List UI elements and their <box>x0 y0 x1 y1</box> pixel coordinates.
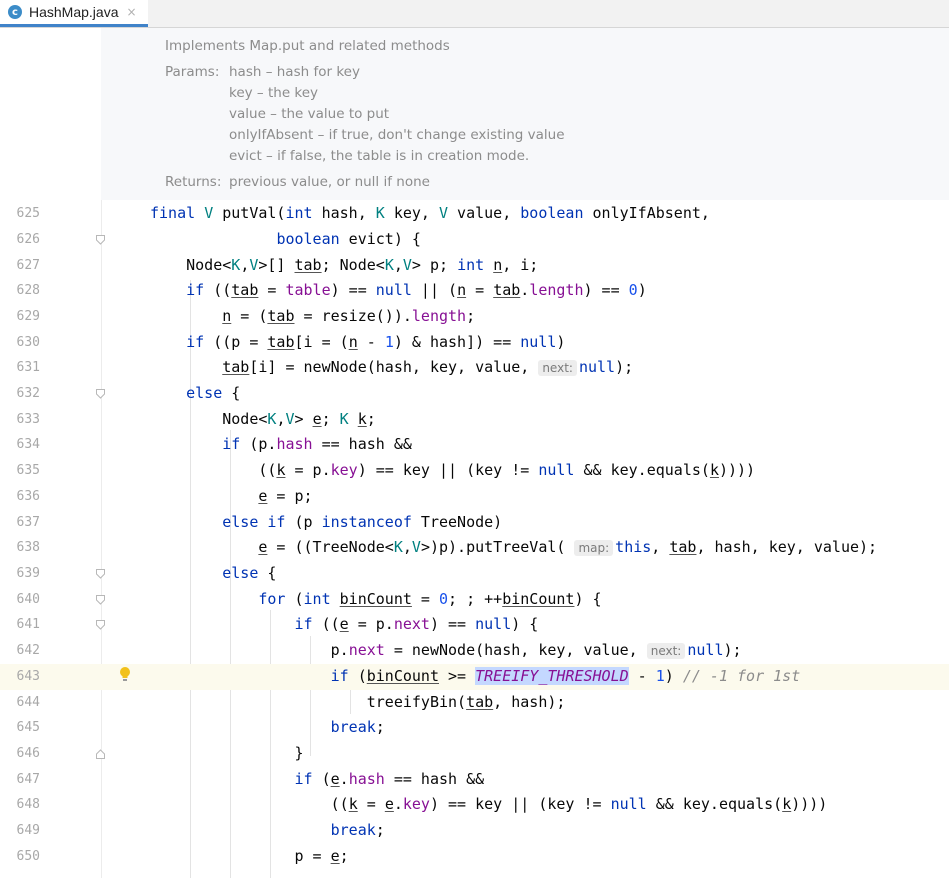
code-line: 637 else if (p instanceof TreeNode) <box>16 513 503 531</box>
code-line: 626 boolean evict) { <box>16 230 421 248</box>
doc-summary: Implements Map.put and related methods <box>165 38 450 54</box>
fold-end-marker-icon[interactable] <box>96 749 105 759</box>
code-line: 625 final V putVal(int hash, K key, V va… <box>16 204 710 222</box>
fold-marker-icon[interactable] <box>96 389 105 399</box>
fold-marker-icon[interactable] <box>96 595 105 605</box>
code-line: 648 ((k = e.key) == key || (key != null … <box>16 795 828 813</box>
fold-marker-icon[interactable] <box>96 569 105 579</box>
doc-returns-label: Returns: <box>165 174 222 190</box>
tab-label: HashMap.java <box>29 4 119 20</box>
doc-param: key – the key <box>229 85 319 101</box>
parameter-hint: next: <box>538 360 577 376</box>
doc-param: onlyIfAbsent – if true, don't change exi… <box>229 127 565 143</box>
code-line: 631 tab[i] = newNode(hash, key, value, n… <box>16 358 634 376</box>
code-line: 627 Node<K,V>[] tab; Node<K,V> p; int n,… <box>16 256 539 274</box>
code-line: 640 for (int binCount = 0; ; ++binCount)… <box>16 590 602 608</box>
doc-returns: previous value, or null if none <box>229 174 430 190</box>
parameter-hint: map: <box>574 540 614 556</box>
code-line: 649 break; <box>16 821 385 839</box>
code-line: 634 if (p.hash == hash && <box>16 435 412 453</box>
code-line: 645 break; <box>16 718 385 736</box>
doc-param: hash – hash for key <box>229 64 360 80</box>
tab-hashmap-java[interactable]: c HashMap.java × <box>0 0 148 27</box>
code-line: 647 if (e.hash == hash && <box>16 770 485 788</box>
code-line: 641 if ((e = p.next) == null) { <box>16 615 539 633</box>
doc-param: evict – if false, the table is in creati… <box>229 148 530 164</box>
close-icon[interactable]: × <box>127 5 137 19</box>
editor-tab-bar: c HashMap.java × <box>0 0 949 28</box>
parameter-hint: next: <box>646 643 686 659</box>
code-line: 642 p.next = newNode(hash, key, value, n… <box>16 641 742 659</box>
code-line: 650 p = e; <box>16 847 349 865</box>
code-line: 635 ((k = p.key) == key || (key != null … <box>16 461 756 479</box>
rendered-javadoc: Implements Map.put and related methods P… <box>101 28 949 200</box>
code-line: 633 Node<K,V> e; K k; <box>16 410 376 428</box>
code-line: 639 else { <box>16 564 277 582</box>
code-line: 632 else { <box>16 384 241 402</box>
doc-param: value – the value to put <box>229 106 390 122</box>
code-line: 646 } <box>16 744 304 762</box>
code-line: 630 if ((p = tab[i = (n - 1) & hash]) ==… <box>16 333 566 351</box>
fold-marker-icon[interactable] <box>96 235 105 245</box>
code-line-current: 643 if (binCount >= TREEIFY_THRESHOLD - … <box>0 664 949 690</box>
code-line: 628 if ((tab = table) == null || (n = ta… <box>16 281 647 299</box>
lightbulb-icon[interactable] <box>119 666 131 682</box>
fold-marker-icon[interactable] <box>96 620 105 630</box>
code-line: 636 e = p; <box>16 487 313 505</box>
code-line: 644 treeifyBin(tab, hash); <box>16 693 566 711</box>
code-line: 638 e = ((TreeNode<K,V>)p).putTreeVal( m… <box>16 538 878 556</box>
code-line: 629 n = (tab = resize()).length; <box>16 307 476 325</box>
java-class-icon: c <box>8 5 22 19</box>
doc-params-label: Params: <box>165 64 220 80</box>
